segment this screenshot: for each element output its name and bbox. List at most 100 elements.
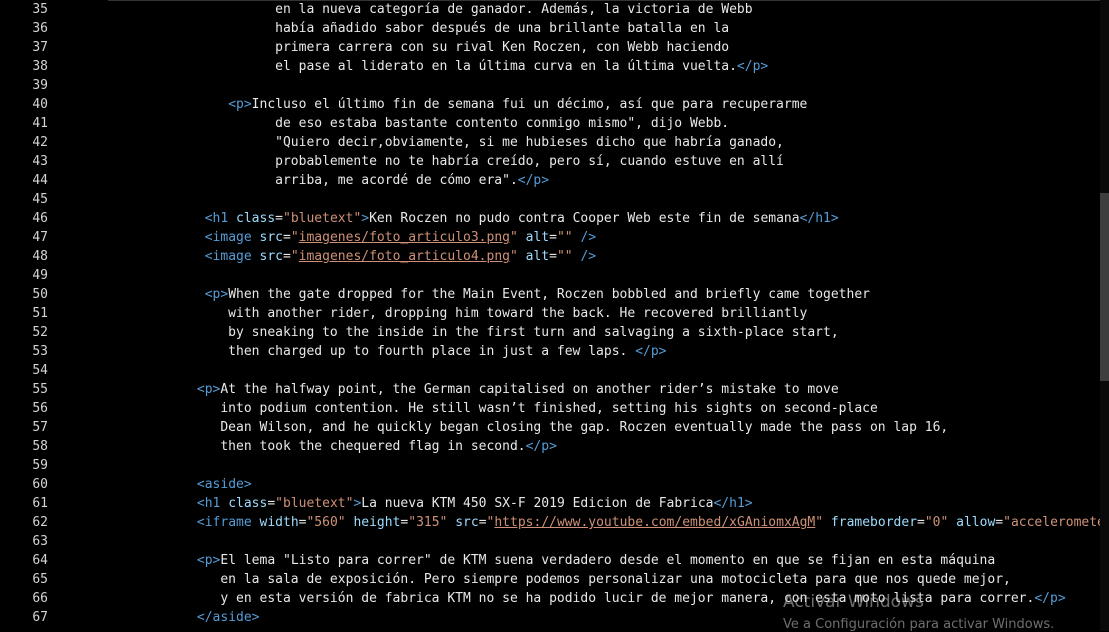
token-text: with another rider, dropping him toward … xyxy=(56,306,808,321)
line-number: 38 xyxy=(32,59,48,74)
token-text: = xyxy=(917,515,925,530)
code-line[interactable]: en la nueva categoría de ganador. Además… xyxy=(56,0,753,19)
token-attr: alt xyxy=(525,249,550,264)
code-line[interactable]: "Quiero decir,obviamente, si me hubieses… xyxy=(56,133,784,152)
code-line[interactable]: then charged up to fourth place in just … xyxy=(56,342,666,361)
code-line[interactable]: de eso estaba bastante contento conmigo … xyxy=(56,114,729,133)
token-tag: </aside> xyxy=(196,610,260,625)
token-attr: frameborder xyxy=(830,515,918,530)
token-str: "" xyxy=(556,230,573,245)
token-text: = xyxy=(478,515,487,530)
token-tag: /> xyxy=(580,249,597,264)
code-line[interactable]: <iframe width="560" height="315" src="ht… xyxy=(56,513,1109,532)
code-line[interactable]: <image src="imagenes/foto_articulo3.png"… xyxy=(56,228,596,247)
code-line[interactable]: <aside> xyxy=(56,475,252,494)
line-number: 35 xyxy=(32,2,48,17)
code-line[interactable]: el pase al liderato en la última curva e… xyxy=(56,57,768,76)
code-line[interactable]: </aside> xyxy=(56,608,260,627)
token-str: "bluetext" xyxy=(283,211,362,226)
token-text: Incluso el último fin de semana fui un d… xyxy=(251,97,808,112)
code-line[interactable]: primera carrera con su rival Ken Roczen,… xyxy=(56,38,729,57)
code-line[interactable]: then took the chequered flag in second.<… xyxy=(56,437,557,456)
token-text: then took the chequered flag in second. xyxy=(56,439,526,454)
line-number: 55 xyxy=(32,382,48,397)
token-attr: height xyxy=(353,515,401,530)
token-attr: class xyxy=(236,211,276,226)
code-line[interactable]: Dean Wilson, and he quickly began closin… xyxy=(56,418,948,437)
line-number: 37 xyxy=(32,40,48,55)
token-text: by sneaking to the inside in the first t… xyxy=(56,325,839,340)
token-text: = xyxy=(283,249,291,264)
token-text: "Quiero decir,obviamente, si me hubieses… xyxy=(56,135,784,150)
code-line[interactable]: probablemente no te habría creído, pero … xyxy=(56,152,784,171)
line-number: 62 xyxy=(32,515,48,530)
code-line[interactable]: <p>Incluso el último fin de semana fui u… xyxy=(56,95,807,114)
code-line[interactable]: by sneaking to the inside in the first t… xyxy=(56,323,839,342)
code-line[interactable]: arriba, me acordé de cómo era".</p> xyxy=(56,171,549,190)
token-tag: <image xyxy=(204,249,260,264)
code-line[interactable]: into podium contention. He still wasn’t … xyxy=(56,399,878,418)
token-tag: <p> xyxy=(228,97,252,112)
token-text: en la nueva categoría de ganador. Además… xyxy=(56,2,753,17)
token-text: = xyxy=(283,230,291,245)
code-line[interactable]: <h1 class="bluetext">La nueva KTM 450 SX… xyxy=(56,494,753,513)
line-number: 58 xyxy=(32,439,48,454)
token-attr: alt xyxy=(525,230,550,245)
token-tag: <image xyxy=(204,230,260,245)
line-number: 47 xyxy=(32,230,48,245)
line-number: 61 xyxy=(32,496,48,511)
vertical-scrollbar[interactable] xyxy=(1100,0,1109,631)
token-str: "bluetext" xyxy=(275,496,354,511)
line-number: 45 xyxy=(32,192,48,207)
token-str: " xyxy=(509,249,518,264)
token-tag: <h1 xyxy=(196,496,229,511)
line-number: 51 xyxy=(32,306,48,321)
token-text: de eso estaba bastante contento conmigo … xyxy=(56,116,730,131)
line-number: 41 xyxy=(32,116,48,131)
line-number: 36 xyxy=(32,21,48,36)
token-text: probablemente no te habría creído, pero … xyxy=(56,154,784,169)
code-line[interactable]: <image src="imagenes/foto_articulo4.png"… xyxy=(56,247,596,266)
token-str: "0" xyxy=(924,515,949,530)
token-text: Ken Roczen no pudo contra Cooper Web est… xyxy=(369,211,800,226)
token-tag: </p> xyxy=(525,439,557,454)
activation-watermark-subtitle: Ve a Configuración para activar Windows. xyxy=(783,617,1055,632)
line-number: 59 xyxy=(32,458,48,473)
scrollbar-thumb[interactable] xyxy=(1100,193,1109,381)
line-number: 60 xyxy=(32,477,48,492)
token-text: into podium contention. He still wasn’t … xyxy=(56,401,878,416)
token-attr: src xyxy=(259,249,283,264)
token-tag: <h1 xyxy=(204,211,237,226)
line-number: 66 xyxy=(32,591,48,606)
token-text: arriba, me acordé de cómo era". xyxy=(56,173,518,188)
token-attr: width xyxy=(259,515,299,530)
code-line[interactable]: <p>El lema "Listo para correr" de KTM su… xyxy=(56,551,995,570)
token-text: = xyxy=(549,249,557,264)
token-str: "560" xyxy=(306,515,346,530)
line-number: 57 xyxy=(32,420,48,435)
token-text: en la sala de exposición. Pero siempre p… xyxy=(56,572,1011,587)
code-line[interactable]: en la sala de exposición. Pero siempre p… xyxy=(56,570,1011,589)
code-line[interactable]: había añadido sabor después de una brill… xyxy=(56,19,729,38)
line-number: 63 xyxy=(32,534,48,549)
token-str: " xyxy=(290,230,299,245)
token-tag: </p> xyxy=(736,59,769,74)
code-line[interactable]: <p>At the halfway point, the German capi… xyxy=(56,380,839,399)
code-line[interactable]: <p>When the gate dropped for the Main Ev… xyxy=(56,285,870,304)
line-number: 44 xyxy=(32,173,48,188)
token-attr: class xyxy=(228,496,268,511)
line-number: 53 xyxy=(32,344,48,359)
code-editor[interactable]: 35 36 37 38 39 40 41 42 43 44 45 46 47 48 49 50 51 52 53 54… xyxy=(0,0,1109,631)
token-text: = xyxy=(549,230,557,245)
code-line[interactable]: <h1 class="bluetext">Ken Roczen no pudo … xyxy=(56,209,839,228)
token-tag: </h1> xyxy=(799,211,839,226)
code-line[interactable]: with another rider, dropping him toward … xyxy=(56,304,807,323)
